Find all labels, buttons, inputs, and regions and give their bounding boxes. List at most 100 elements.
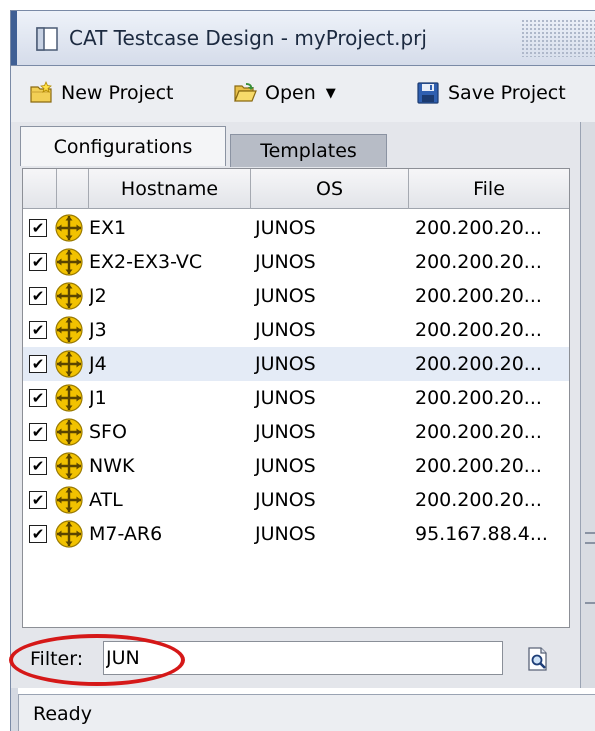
window-icon	[36, 27, 58, 51]
row-checkbox-cell[interactable]: ✔	[26, 313, 50, 347]
os-cell: JUNOS	[255, 285, 316, 307]
file-cell: 200.200.20...	[415, 251, 542, 273]
router-icon	[55, 520, 83, 548]
table-row[interactable]: ✔ J2 JUNOS 200.200.20...	[23, 279, 569, 313]
os-cell: JUNOS	[255, 353, 316, 375]
os-cell: JUNOS	[255, 523, 316, 545]
os-cell: JUNOS	[255, 455, 316, 477]
splitter-mark	[585, 542, 595, 544]
table-row[interactable]: ✔ M7-AR6 JUNOS 95.167.88.4...	[23, 517, 569, 551]
router-icon-cell	[52, 517, 86, 551]
hostname-cell: J2	[89, 285, 107, 307]
save-project-button[interactable]: Save Project	[416, 76, 566, 110]
column-header-checkbox[interactable]	[23, 169, 57, 209]
title-bar[interactable]: CAT Testcase Design - myProject.prj	[10, 10, 595, 66]
router-icon	[55, 282, 83, 310]
row-checkbox[interactable]: ✔	[29, 219, 47, 237]
new-project-icon	[30, 81, 52, 103]
row-checkbox[interactable]: ✔	[29, 253, 47, 271]
router-icon	[55, 418, 83, 446]
row-checkbox-cell[interactable]: ✔	[26, 449, 50, 483]
file-cell: 200.200.20...	[415, 319, 542, 341]
tab-templates-label: Templates	[260, 140, 357, 162]
file-cell: 200.200.20...	[415, 217, 542, 239]
tab-templates[interactable]: Templates	[230, 134, 387, 167]
filter-input[interactable]	[103, 641, 503, 675]
table-header: Hostname OS File	[23, 169, 569, 209]
filter-label: Filter:	[30, 648, 84, 670]
row-checkbox[interactable]: ✔	[29, 287, 47, 305]
table-row[interactable]: ✔ J3 JUNOS 200.200.20...	[23, 313, 569, 347]
hostname-cell: NWK	[89, 455, 135, 477]
new-project-label: New Project	[61, 82, 174, 104]
row-checkbox[interactable]: ✔	[29, 423, 47, 441]
status-text: Ready	[33, 703, 92, 725]
os-cell: JUNOS	[255, 319, 316, 341]
row-checkbox-cell[interactable]: ✔	[26, 279, 50, 313]
row-checkbox[interactable]: ✔	[29, 525, 47, 543]
hostname-cell: J4	[89, 353, 107, 375]
window-title: CAT Testcase Design - myProject.prj	[69, 26, 427, 50]
router-icon-cell	[52, 313, 86, 347]
table-row[interactable]: ✔ ATL JUNOS 200.200.20...	[23, 483, 569, 517]
column-header-icon[interactable]	[57, 169, 89, 209]
router-icon	[55, 316, 83, 344]
os-cell: JUNOS	[255, 251, 316, 273]
status-bar: Ready	[18, 694, 595, 731]
row-checkbox-cell[interactable]: ✔	[26, 415, 50, 449]
hostname-cell: EX1	[89, 217, 127, 239]
tab-configurations-label: Configurations	[53, 135, 193, 158]
file-cell: 200.200.20...	[415, 387, 542, 409]
row-checkbox-cell[interactable]: ✔	[26, 517, 50, 551]
hostname-cell: ATL	[89, 489, 123, 511]
row-checkbox-cell[interactable]: ✔	[26, 211, 50, 245]
configurations-table: Hostname OS File ✔ EX1 JUNOS 200.200.20... ✔…	[22, 168, 570, 628]
column-header-file[interactable]: File	[409, 169, 569, 209]
tab-configurations[interactable]: Configurations	[20, 126, 226, 166]
router-icon-cell	[52, 211, 86, 245]
file-cell: 200.200.20...	[415, 489, 542, 511]
row-checkbox[interactable]: ✔	[29, 457, 47, 475]
title-bar-grip	[521, 19, 595, 57]
row-checkbox-cell[interactable]: ✔	[26, 347, 50, 381]
column-header-hostname[interactable]: Hostname	[89, 169, 251, 209]
table-row[interactable]: ✔ J1 JUNOS 200.200.20...	[23, 381, 569, 415]
row-checkbox-cell[interactable]: ✔	[26, 483, 50, 517]
new-project-button[interactable]: New Project	[29, 76, 174, 110]
router-icon-cell	[52, 245, 86, 279]
table-row[interactable]: ✔ J4 JUNOS 200.200.20...	[23, 347, 569, 381]
row-checkbox[interactable]: ✔	[29, 355, 47, 373]
router-icon	[55, 486, 83, 514]
application-window: CAT Testcase Design - myProject.prj New …	[0, 0, 595, 731]
file-cell: 95.167.88.4...	[415, 523, 548, 545]
router-icon	[55, 452, 83, 480]
hostname-cell: EX2-EX3-VC	[89, 251, 203, 273]
router-icon	[55, 350, 83, 378]
os-cell: JUNOS	[255, 217, 316, 239]
hostname-cell: SFO	[89, 421, 127, 443]
table-row[interactable]: ✔ EX2-EX3-VC JUNOS 200.200.20...	[23, 245, 569, 279]
floppy-disk-icon	[417, 82, 439, 104]
column-header-os[interactable]: OS	[251, 169, 409, 209]
os-cell: JUNOS	[255, 421, 316, 443]
splitter-mark	[585, 532, 595, 534]
row-checkbox-cell[interactable]: ✔	[26, 381, 50, 415]
table-row[interactable]: ✔ NWK JUNOS 200.200.20...	[23, 449, 569, 483]
side-panel-edge[interactable]	[580, 122, 595, 688]
chevron-down-icon[interactable]: ▼	[326, 86, 336, 101]
row-checkbox[interactable]: ✔	[29, 321, 47, 339]
row-checkbox[interactable]: ✔	[29, 491, 47, 509]
toolbar: New Project Open ▼ Save Project	[10, 66, 595, 122]
router-icon	[55, 214, 83, 242]
open-button[interactable]: Open ▼	[233, 76, 336, 110]
router-icon-cell	[52, 415, 86, 449]
filter-search-button[interactable]	[521, 642, 555, 676]
open-label: Open	[265, 82, 316, 104]
table-row[interactable]: ✔ SFO JUNOS 200.200.20...	[23, 415, 569, 449]
os-cell: JUNOS	[255, 387, 316, 409]
file-cell: 200.200.20...	[415, 421, 542, 443]
row-checkbox[interactable]: ✔	[29, 389, 47, 407]
table-row[interactable]: ✔ EX1 JUNOS 200.200.20...	[23, 211, 569, 245]
row-checkbox-cell[interactable]: ✔	[26, 245, 50, 279]
router-icon-cell	[52, 347, 86, 381]
